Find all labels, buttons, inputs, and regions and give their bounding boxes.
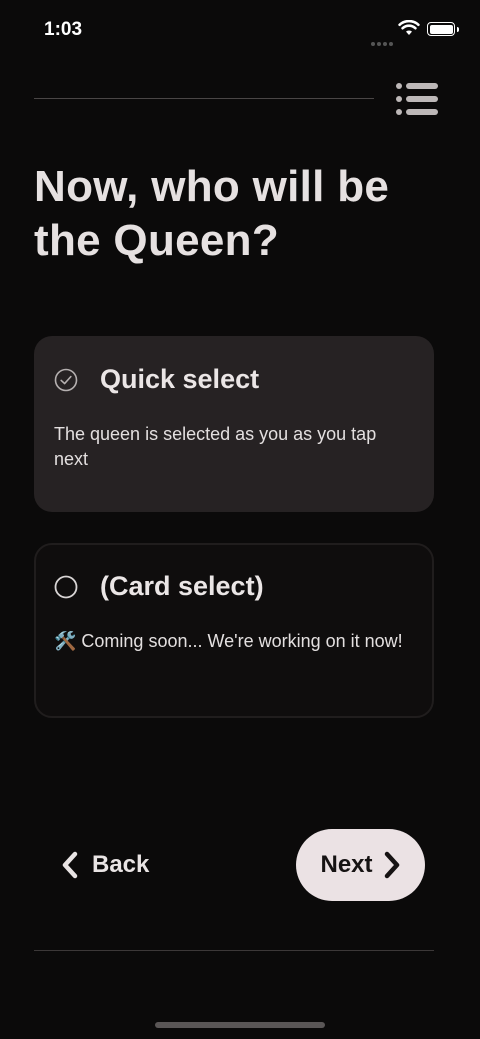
next-button[interactable]: Next — [296, 829, 425, 901]
option-description: 🛠️ Coming soon... We're working on it no… — [54, 631, 403, 651]
back-label: Back — [92, 851, 150, 878]
menu-list-icon[interactable] — [394, 80, 440, 118]
bottom-divider — [34, 950, 434, 951]
home-indicator — [155, 1022, 325, 1028]
option-description: The queen is selected as you as you tap … — [54, 424, 377, 469]
battery-icon — [427, 22, 459, 36]
option-title: (Card select) — [100, 571, 264, 601]
chevron-right-icon — [384, 851, 399, 879]
option-quick-select[interactable]: Quick select The queen is selected as yo… — [34, 336, 434, 512]
status-bar: 1:03 — [0, 0, 480, 60]
radio-empty-icon — [54, 575, 78, 599]
wifi-icon — [398, 20, 420, 35]
back-button[interactable]: Back — [60, 840, 149, 890]
check-circle-icon — [54, 368, 78, 392]
chevron-left-icon — [62, 851, 78, 879]
option-title: Quick select — [100, 364, 260, 394]
cellular-signal-icon — [371, 33, 395, 46]
next-label: Next — [320, 851, 373, 878]
status-time: 1:03 — [44, 19, 83, 40]
progress-divider — [34, 98, 374, 99]
page-title: Now, who will be the Queen? — [34, 162, 390, 265]
option-card-select[interactable]: (Card select) 🛠️ Coming soon... We're wo… — [34, 543, 434, 718]
